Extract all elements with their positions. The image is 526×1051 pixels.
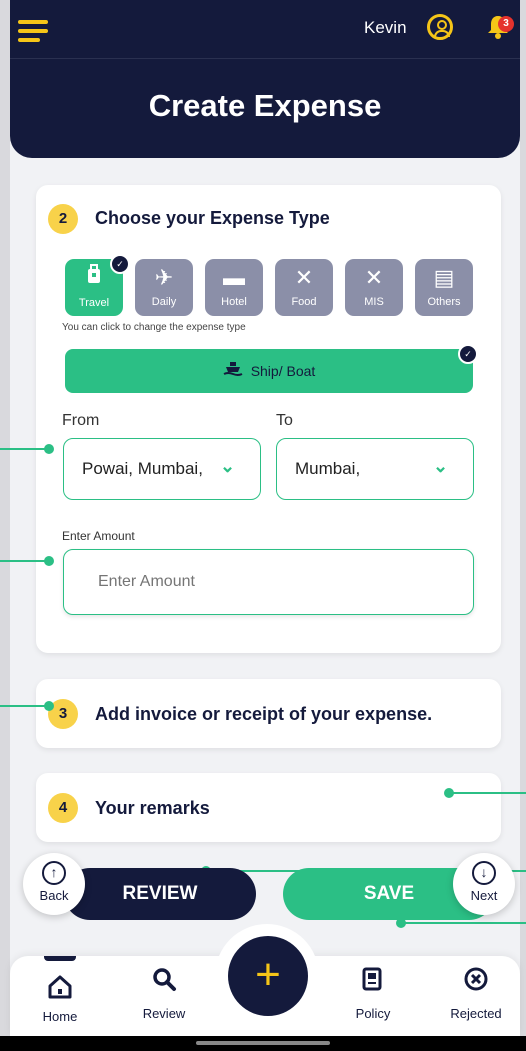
remarks-title: Your remarks	[95, 798, 210, 818]
from-location-value: Powai, Mumbai,	[82, 459, 203, 478]
fork-knife-icon: ✕	[294, 265, 314, 290]
amount-input[interactable]	[63, 549, 474, 615]
nav-rejected-label: Rejected	[450, 1006, 502, 1021]
chevron-down-icon: ⌄	[220, 456, 236, 476]
expense-type-hotel[interactable]: ▬ Hotel	[205, 259, 263, 316]
chevron-down-icon: ⌄	[433, 456, 449, 476]
invoice-title: Add invoice or receipt of your expense.	[95, 704, 433, 724]
callout-line	[400, 922, 526, 924]
nav-home-label: Home	[42, 1009, 78, 1024]
selected-check-icon: ✓	[458, 344, 478, 364]
back-button[interactable]: ↑ Back	[23, 853, 85, 915]
home-indicator[interactable]	[196, 1041, 330, 1045]
close-circle-icon	[436, 966, 516, 996]
expense-type-food[interactable]: ✕ Food	[275, 259, 333, 316]
notification-count-badge: 3	[498, 16, 514, 32]
from-label: From	[62, 412, 100, 429]
left-edge	[0, 0, 10, 1051]
to-label: To	[276, 412, 293, 429]
nav-review-label: Review	[142, 1006, 186, 1021]
callout-line	[0, 705, 48, 707]
nav-home[interactable]: Home	[20, 974, 100, 1024]
expense-type-others[interactable]: ▤ Others	[415, 259, 473, 316]
ship-boat-mode-button[interactable]: Ship/ Boat	[65, 349, 473, 393]
to-location-select[interactable]: Mumbai, ⌄	[276, 438, 474, 500]
expense-type-label: MIS	[364, 296, 384, 308]
add-expense-plus-icon[interactable]: +	[228, 936, 308, 1016]
header-divider	[10, 58, 520, 59]
callout-line	[450, 792, 526, 794]
ship-boat-label: Ship/ Boat	[250, 363, 316, 379]
arrow-up-icon: ↑	[42, 861, 66, 885]
step-4-badge: 4	[48, 793, 78, 823]
receipt-icon: ▤	[433, 265, 455, 290]
user-avatar-icon[interactable]	[427, 14, 453, 40]
policy-icon	[333, 966, 413, 996]
hamburger-menu-icon[interactable]	[18, 20, 48, 42]
next-label: Next	[470, 888, 498, 903]
expense-type-label: Daily	[151, 296, 177, 308]
ship-icon	[223, 350, 243, 394]
nav-rejected[interactable]: Rejected	[436, 966, 516, 1021]
next-button[interactable]: ↓ Next	[453, 853, 515, 915]
callout-dot	[444, 788, 454, 798]
callout-dot	[44, 444, 54, 454]
step-2-badge: 2	[48, 204, 78, 234]
bed-icon: ▬	[223, 265, 245, 290]
selected-check-icon: ✓	[110, 254, 130, 274]
callout-dot	[44, 556, 54, 566]
from-location-select[interactable]: Powai, Mumbai, ⌄	[63, 438, 261, 500]
callout-dot	[44, 701, 54, 711]
daily-allowance-icon: ✈	[154, 265, 174, 290]
callout-line	[0, 560, 48, 562]
nav-policy-label: Policy	[355, 1006, 391, 1021]
expense-type-label: Hotel	[221, 296, 247, 308]
expense-type-label: Others	[427, 296, 461, 308]
page-title: Create Expense	[148, 88, 382, 123]
callout-line	[0, 448, 48, 450]
right-edge	[520, 0, 526, 1051]
review-button[interactable]: REVIEW	[64, 868, 256, 920]
to-location-value: Mumbai,	[295, 459, 361, 478]
fork-knife-icon: ✕	[364, 265, 384, 290]
active-tab-indicator	[44, 956, 76, 961]
nav-review[interactable]: Review	[124, 966, 204, 1021]
expense-type-daily[interactable]: ✈ Daily	[135, 259, 193, 316]
nav-policy[interactable]: Policy	[333, 966, 413, 1021]
amount-label: Enter Amount	[62, 529, 135, 543]
expense-type-title: Choose your Expense Type	[95, 208, 330, 228]
user-name[interactable]: Kevin	[364, 18, 407, 38]
expense-type-label: Travel	[78, 297, 110, 309]
search-icon	[124, 966, 204, 996]
expense-type-mis[interactable]: ✕ MIS	[345, 259, 403, 316]
home-icon	[20, 974, 100, 1004]
notification-bell-icon[interactable]: 3	[486, 14, 514, 42]
expense-type-hint: You can click to change the expense type	[62, 322, 246, 333]
back-label: Back	[39, 888, 69, 903]
arrow-down-icon: ↓	[472, 861, 496, 885]
expense-type-label: Food	[291, 296, 317, 308]
